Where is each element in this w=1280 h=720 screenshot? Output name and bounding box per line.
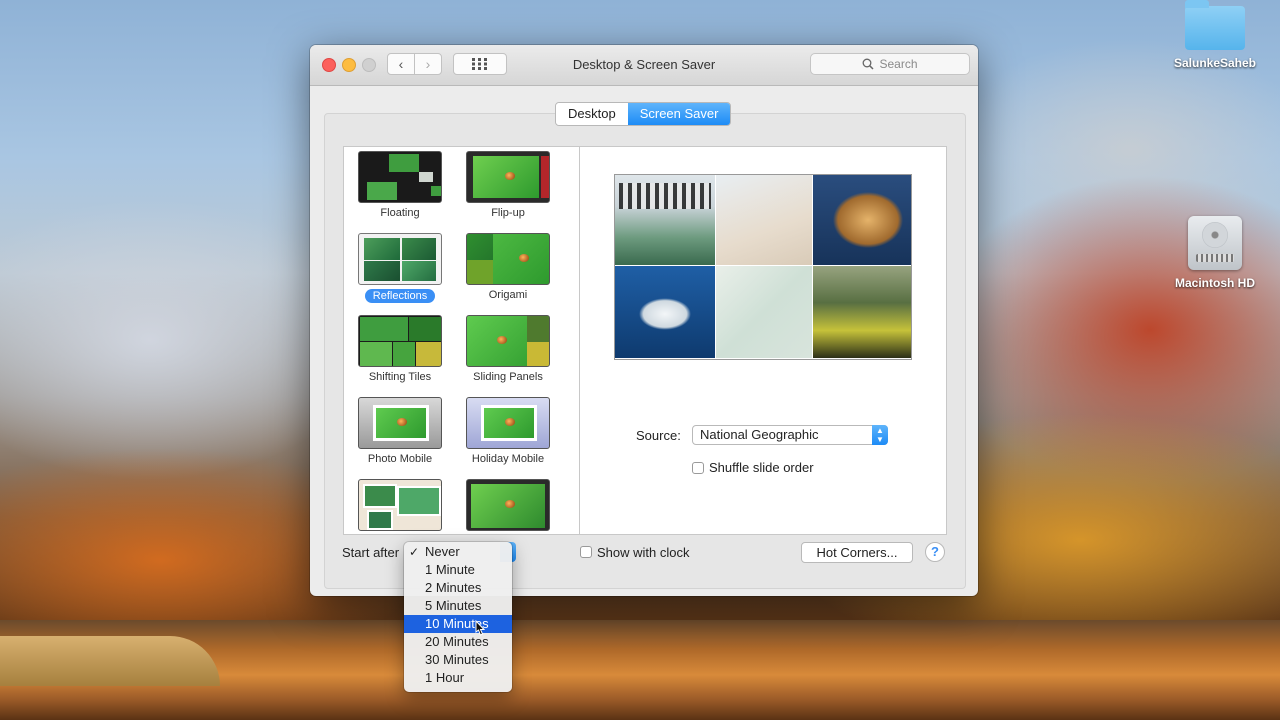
start-after-label: Start after	[342, 545, 400, 560]
search-placeholder: Search	[879, 57, 918, 71]
vintage-prints-thumbnail	[358, 479, 442, 531]
holiday-mobile-thumbnail	[466, 397, 550, 449]
show-with-clock-checkbox[interactable]	[580, 546, 592, 558]
photo-mobile-thumbnail	[358, 397, 442, 449]
source-select[interactable]: National Geographic ▲ ▼	[692, 425, 888, 445]
ken-burns-thumbnail	[466, 479, 550, 531]
preview-photo-polar-bear	[615, 266, 715, 358]
screen-saver-label: Holiday Mobile	[471, 453, 545, 465]
preview-photo-valley	[813, 266, 911, 358]
preview-photo-coast	[716, 266, 812, 358]
reflections-thumbnail	[358, 233, 442, 285]
hard-drive-icon	[1188, 216, 1242, 270]
menu-item-10-minutes[interactable]: 10 Minutes	[404, 615, 512, 633]
tab-desktop[interactable]: Desktop	[556, 103, 628, 125]
search-icon	[863, 58, 875, 70]
menu-item-5-minutes[interactable]: 5 Minutes	[404, 597, 512, 615]
desktop-icon-label: Macintosh HD	[1174, 276, 1255, 290]
preview-photo-mountain	[813, 175, 911, 265]
search-field[interactable]: Search	[810, 53, 970, 75]
mouse-pointer-icon	[475, 620, 486, 636]
screen-saver-label: Photo Mobile	[367, 453, 433, 465]
screen-saver-flip-up[interactable]: Flip-up	[458, 151, 558, 219]
menu-item-30-minutes[interactable]: 30 Minutes	[404, 651, 512, 669]
screen-saver-ken-burns[interactable]	[458, 479, 558, 534]
origami-thumbnail	[466, 233, 550, 285]
screen-saver-origami[interactable]: Origami	[458, 233, 558, 301]
screen-saver-label: Flip-up	[491, 207, 525, 219]
desktop-drive-macintosh-hd[interactable]: Macintosh HD	[1165, 216, 1265, 290]
tab-bar: Desktop Screen Saver	[555, 102, 732, 126]
updown-arrows-icon: ▲ ▼	[872, 425, 888, 445]
screen-saver-vintage-prints[interactable]	[350, 479, 450, 534]
desktop-shore	[0, 636, 220, 686]
shuffle-label: Shuffle slide order	[709, 460, 814, 475]
help-button[interactable]: ?	[925, 542, 945, 562]
window-titlebar[interactable]: ‹ › Desktop & Screen Saver Search	[310, 45, 978, 86]
checkmark-icon: ✓	[409, 545, 420, 559]
menu-item-20-minutes[interactable]: 20 Minutes	[404, 633, 512, 651]
preferences-window: ‹ › Desktop & Screen Saver Search Deskto…	[310, 45, 978, 596]
folder-icon	[1185, 0, 1245, 50]
start-after-menu: ✓ Never 1 Minute 2 Minutes 5 Minutes 10 …	[404, 542, 512, 692]
screen-saver-floating[interactable]: Floating	[350, 151, 450, 219]
shuffle-checkbox[interactable]	[692, 462, 704, 474]
show-with-clock-label: Show with clock	[597, 545, 690, 560]
source-label: Source:	[636, 428, 681, 443]
preview-photo-penguins	[615, 175, 715, 265]
screen-saver-label: Floating	[380, 207, 420, 219]
screen-saver-sliding-panels[interactable]: Sliding Panels	[458, 315, 558, 383]
screen-saver-label: Sliding Panels	[473, 371, 543, 383]
desktop-icon-label: SalunkeSaheb	[1173, 56, 1257, 70]
preview-photo-dunes	[716, 175, 812, 265]
tab-screen-saver[interactable]: Screen Saver	[627, 103, 731, 125]
hot-corners-button[interactable]: Hot Corners...	[801, 542, 913, 563]
screen-saver-label-selected: Reflections	[364, 289, 436, 303]
screen-saver-holiday-mobile[interactable]: Holiday Mobile	[458, 397, 558, 465]
desktop-folder-salunkesaheb[interactable]: SalunkeSaheb	[1165, 0, 1265, 70]
menu-item-2-minutes[interactable]: 2 Minutes	[404, 579, 512, 597]
menu-item-never[interactable]: ✓ Never	[404, 543, 512, 561]
screen-saver-shifting-tiles[interactable]: Shifting Tiles	[350, 315, 450, 383]
preview-mosaic	[614, 174, 912, 360]
shifting-tiles-thumbnail	[358, 315, 442, 367]
source-value: National Geographic	[700, 427, 819, 442]
screen-saver-reflections[interactable]: Reflections	[350, 233, 450, 303]
screen-saver-photo-mobile[interactable]: Photo Mobile	[350, 397, 450, 465]
flip-up-thumbnail	[466, 151, 550, 203]
screen-saver-list[interactable]: Floating Flip-up Reflections Origami Shi…	[343, 146, 580, 535]
sliding-panels-thumbnail	[466, 315, 550, 367]
menu-item-1-hour[interactable]: 1 Hour	[404, 669, 512, 687]
screen-saver-label: Shifting Tiles	[368, 371, 432, 383]
floating-thumbnail	[358, 151, 442, 203]
screen-saver-label: Origami	[488, 289, 528, 301]
menu-item-1-minute[interactable]: 1 Minute	[404, 561, 512, 579]
